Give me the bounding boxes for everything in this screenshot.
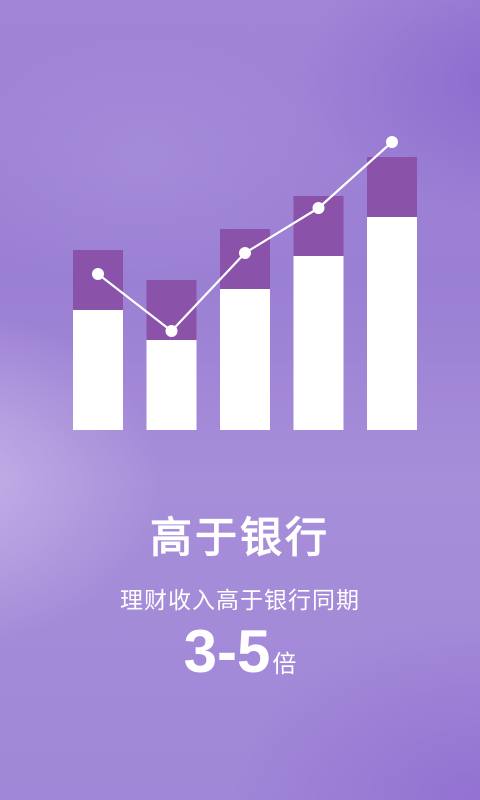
multiplier: 3-5倍: [0, 614, 480, 702]
splash-screen: 高于银行 理财收入高于银行同期 3-5倍: [0, 0, 480, 800]
bar-top-5: [367, 157, 417, 217]
bar-base-3: [220, 289, 270, 430]
trend-point-2: [165, 325, 178, 337]
trend-point-5: [386, 136, 398, 148]
bar-base-4: [293, 256, 344, 430]
multiplier-unit: 倍: [272, 650, 297, 678]
bar-base-2: [146, 340, 197, 430]
trend-point-1: [92, 268, 104, 280]
headline: 高于银行: [149, 513, 330, 562]
growth-chart: [73, 136, 417, 430]
bar-base-1: [73, 310, 123, 430]
multiplier-value: 3-5: [183, 618, 271, 685]
trend-point-3: [239, 247, 251, 259]
bar-base-5: [367, 217, 417, 430]
trend-point-4: [312, 202, 325, 214]
